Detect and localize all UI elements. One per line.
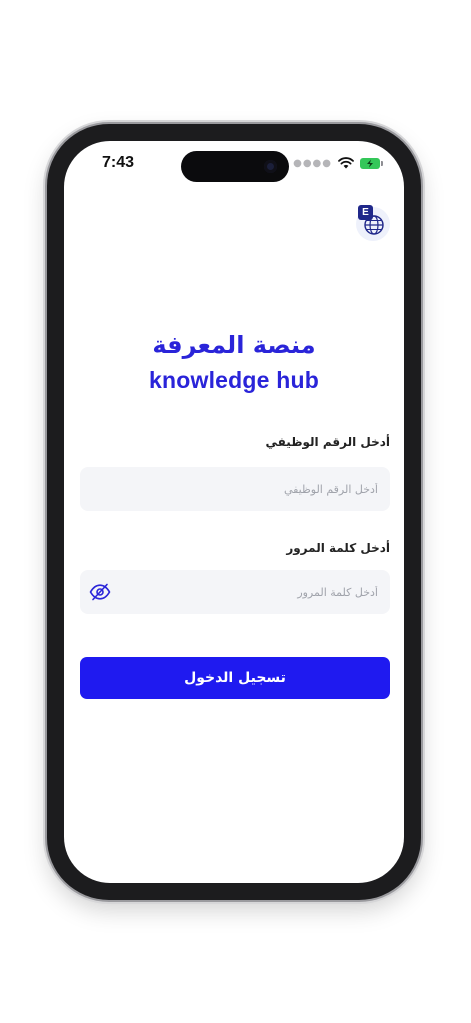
app-title-arabic: منصة المعرفة	[152, 331, 316, 359]
phone-screen: 7:43 ●●●● E منصة المعرفة knowledge hub أ…	[64, 141, 404, 883]
screenshot-stage: 7:43 ●●●● E منصة المعرفة knowledge hub أ…	[0, 0, 471, 1023]
signal-dots-icon: ●●●●	[293, 157, 332, 169]
login-button[interactable]: تسجيل الدخول	[80, 657, 390, 699]
language-badge: E	[358, 205, 373, 220]
phone-frame: 7:43 ●●●● E منصة المعرفة knowledge hub أ…	[47, 124, 421, 900]
password-label: أدخل كلمة المرور	[286, 541, 390, 555]
front-camera	[264, 160, 277, 173]
status-icons: ●●●●	[293, 154, 383, 173]
password-input[interactable]	[80, 570, 390, 614]
employee-id-input[interactable]	[80, 467, 390, 511]
status-time: 7:43	[102, 154, 135, 171]
power-button	[421, 338, 424, 410]
language-switch-button[interactable]: E	[356, 205, 390, 241]
eye-off-icon[interactable]	[88, 581, 112, 603]
password-field	[80, 570, 390, 614]
dynamic-island	[181, 151, 289, 182]
employee-id-field	[80, 467, 390, 511]
battery-charging-icon	[360, 158, 383, 169]
employee-id-label: أدخل الرقم الوظيفي	[265, 435, 390, 449]
wifi-icon	[338, 154, 354, 173]
app-title-english: knowledge hub	[149, 367, 319, 393]
